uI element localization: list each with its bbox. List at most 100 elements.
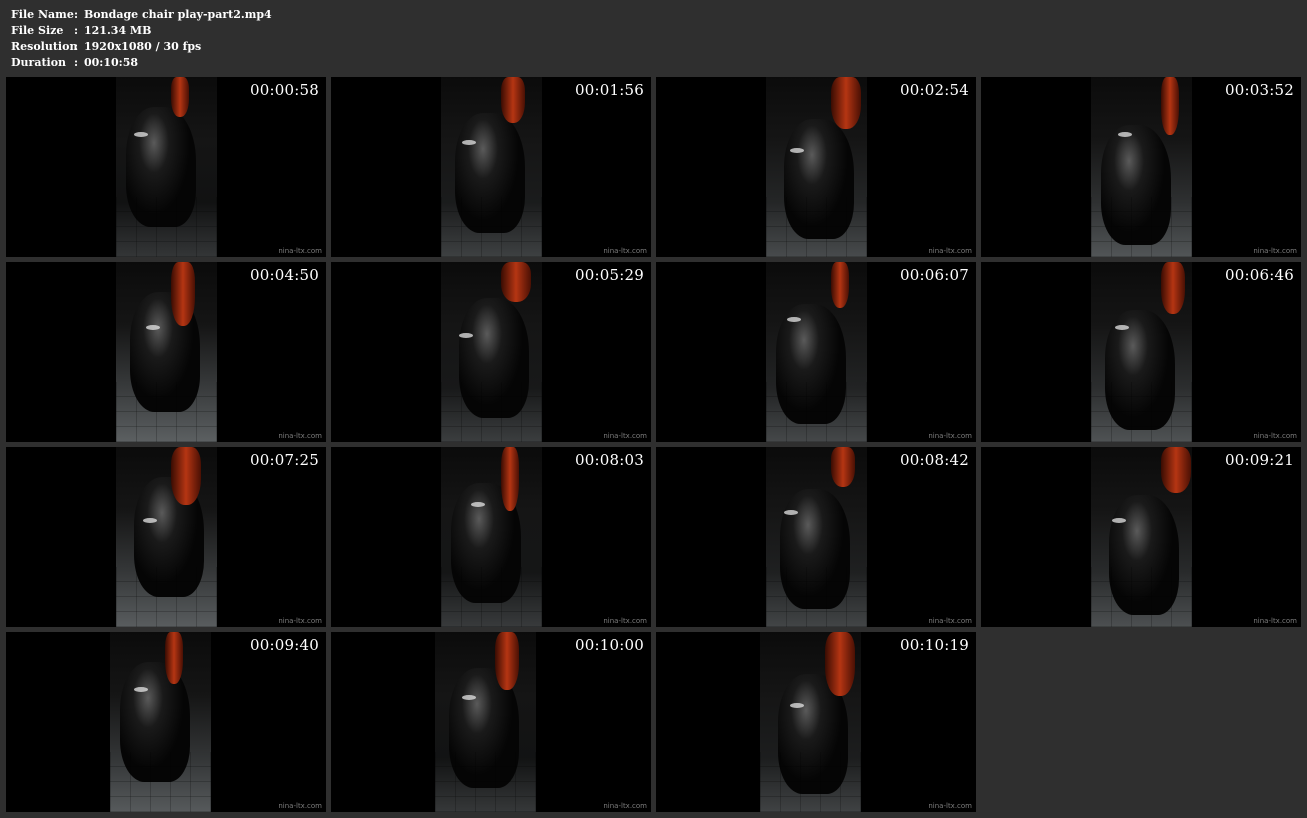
gloss-highlight xyxy=(134,687,148,692)
video-thumbnail[interactable]: 00:09:21 nina-ltx.com xyxy=(981,447,1301,627)
floor-tiles xyxy=(441,197,542,257)
duration-separator: : xyxy=(74,56,79,69)
duration-value: 00:10:58 xyxy=(84,56,139,69)
video-frame-image xyxy=(116,447,217,627)
video-thumbnail[interactable]: 00:10:00 nina-ltx.com xyxy=(331,632,651,812)
gloss-highlight xyxy=(146,325,160,330)
thumbnail-watermark: nina-ltx.com xyxy=(928,247,972,255)
video-frame-image xyxy=(766,262,867,442)
thumbnail-watermark: nina-ltx.com xyxy=(603,432,647,440)
accent-figure xyxy=(171,447,201,505)
floor-tiles xyxy=(766,197,867,257)
gloss-highlight xyxy=(1118,132,1132,137)
video-frame-image xyxy=(116,77,217,257)
video-frame-image xyxy=(1091,77,1192,257)
accent-figure xyxy=(1161,262,1185,314)
thumbnail-timestamp: 00:04:50 xyxy=(250,266,319,284)
thumbnail-watermark: nina-ltx.com xyxy=(278,247,322,255)
video-frame-image xyxy=(766,77,867,257)
thumbnail-watermark: nina-ltx.com xyxy=(1253,432,1297,440)
floor-tiles xyxy=(116,567,217,627)
thumbnail-watermark: nina-ltx.com xyxy=(1253,617,1297,625)
video-thumbnail[interactable]: 00:00:58 nina-ltx.com xyxy=(6,77,326,257)
video-thumbnail[interactable]: 00:03:52 nina-ltx.com xyxy=(981,77,1301,257)
accent-figure xyxy=(831,262,849,308)
thumbnail-timestamp: 00:03:52 xyxy=(1225,81,1294,99)
floor-tiles xyxy=(1091,197,1192,257)
accent-figure xyxy=(831,447,855,487)
thumbnail-grid: 00:00:58 nina-ltx.com 00:01:56 nina-ltx.com… xyxy=(6,77,1302,813)
accent-figure xyxy=(501,77,525,123)
resolution-separator: : xyxy=(74,40,79,53)
video-frame-image xyxy=(1091,447,1192,627)
video-thumbnail[interactable]: 00:07:25 nina-ltx.com xyxy=(6,447,326,627)
accent-figure xyxy=(171,77,189,117)
gloss-highlight xyxy=(787,317,801,322)
duration-label: Duration xyxy=(11,56,67,69)
floor-tiles xyxy=(1091,382,1192,442)
file-size-label: File Size xyxy=(11,24,64,37)
video-frame-image xyxy=(766,447,867,627)
floor-tiles xyxy=(110,752,211,812)
thumbnail-timestamp: 00:00:58 xyxy=(250,81,319,99)
gloss-highlight xyxy=(459,333,473,338)
video-frame-image xyxy=(435,632,536,812)
thumbnail-watermark: nina-ltx.com xyxy=(603,617,647,625)
video-thumbnail[interactable]: 00:10:19 nina-ltx.com xyxy=(656,632,976,812)
gloss-highlight xyxy=(1112,518,1126,523)
floor-tiles xyxy=(116,197,217,257)
gloss-highlight xyxy=(790,703,804,708)
floor-tiles xyxy=(116,382,217,442)
thumbnail-timestamp: 00:10:19 xyxy=(900,636,969,654)
gloss-highlight xyxy=(462,695,476,700)
file-name-separator: : xyxy=(74,8,79,21)
thumbnail-timestamp: 00:02:54 xyxy=(900,81,969,99)
thumbnail-watermark: nina-ltx.com xyxy=(603,247,647,255)
file-name-value: Bondage chair play-part2.mp4 xyxy=(84,8,272,21)
video-frame-image xyxy=(110,632,211,812)
resolution-row: Resolution : 1920x1080 / 30 fps xyxy=(11,39,272,55)
thumbnail-timestamp: 00:01:56 xyxy=(575,81,644,99)
file-size-separator: : xyxy=(74,24,79,37)
thumbnail-watermark: nina-ltx.com xyxy=(1253,247,1297,255)
thumbnail-timestamp: 00:05:29 xyxy=(575,266,644,284)
floor-tiles xyxy=(766,567,867,627)
file-size-value: 121.34 MB xyxy=(84,24,152,37)
thumbnail-timestamp: 00:08:03 xyxy=(575,451,644,469)
video-thumbnail[interactable]: 00:04:50 nina-ltx.com xyxy=(6,262,326,442)
resolution-value: 1920x1080 / 30 fps xyxy=(84,40,202,53)
video-thumbnail[interactable]: 00:06:07 nina-ltx.com xyxy=(656,262,976,442)
file-name-label: File Name xyxy=(11,8,74,21)
floor-tiles xyxy=(766,382,867,442)
video-thumbnail[interactable]: 00:08:03 nina-ltx.com xyxy=(331,447,651,627)
thumbnail-watermark: nina-ltx.com xyxy=(278,802,322,810)
video-thumbnail[interactable]: 00:09:40 nina-ltx.com xyxy=(6,632,326,812)
accent-figure xyxy=(495,632,519,690)
video-thumbnail[interactable]: 00:05:29 nina-ltx.com xyxy=(331,262,651,442)
video-frame-image xyxy=(441,77,542,257)
video-thumbnail[interactable]: 00:01:56 nina-ltx.com xyxy=(331,77,651,257)
thumbnail-watermark: nina-ltx.com xyxy=(928,802,972,810)
thumbnail-watermark: nina-ltx.com xyxy=(928,432,972,440)
video-thumbnail[interactable]: 00:08:42 nina-ltx.com xyxy=(656,447,976,627)
video-frame-image xyxy=(760,632,861,812)
accent-figure xyxy=(1161,447,1191,493)
video-thumbnail[interactable]: 00:02:54 nina-ltx.com xyxy=(656,77,976,257)
accent-figure xyxy=(825,632,855,696)
thumbnail-timestamp: 00:06:46 xyxy=(1225,266,1294,284)
floor-tiles xyxy=(441,382,542,442)
video-thumbnail[interactable]: 00:06:46 nina-ltx.com xyxy=(981,262,1301,442)
video-frame-image xyxy=(1091,262,1192,442)
gloss-highlight xyxy=(134,132,148,137)
thumbnail-watermark: nina-ltx.com xyxy=(278,432,322,440)
floor-tiles xyxy=(760,752,861,812)
accent-figure xyxy=(501,447,519,511)
resolution-label: Resolution xyxy=(11,40,78,53)
video-frame-image xyxy=(441,262,542,442)
thumbnail-watermark: nina-ltx.com xyxy=(928,617,972,625)
thumbnail-watermark: nina-ltx.com xyxy=(603,802,647,810)
thumbnail-timestamp: 00:06:07 xyxy=(900,266,969,284)
accent-figure xyxy=(831,77,861,129)
floor-tiles xyxy=(441,567,542,627)
gloss-highlight xyxy=(471,502,485,507)
